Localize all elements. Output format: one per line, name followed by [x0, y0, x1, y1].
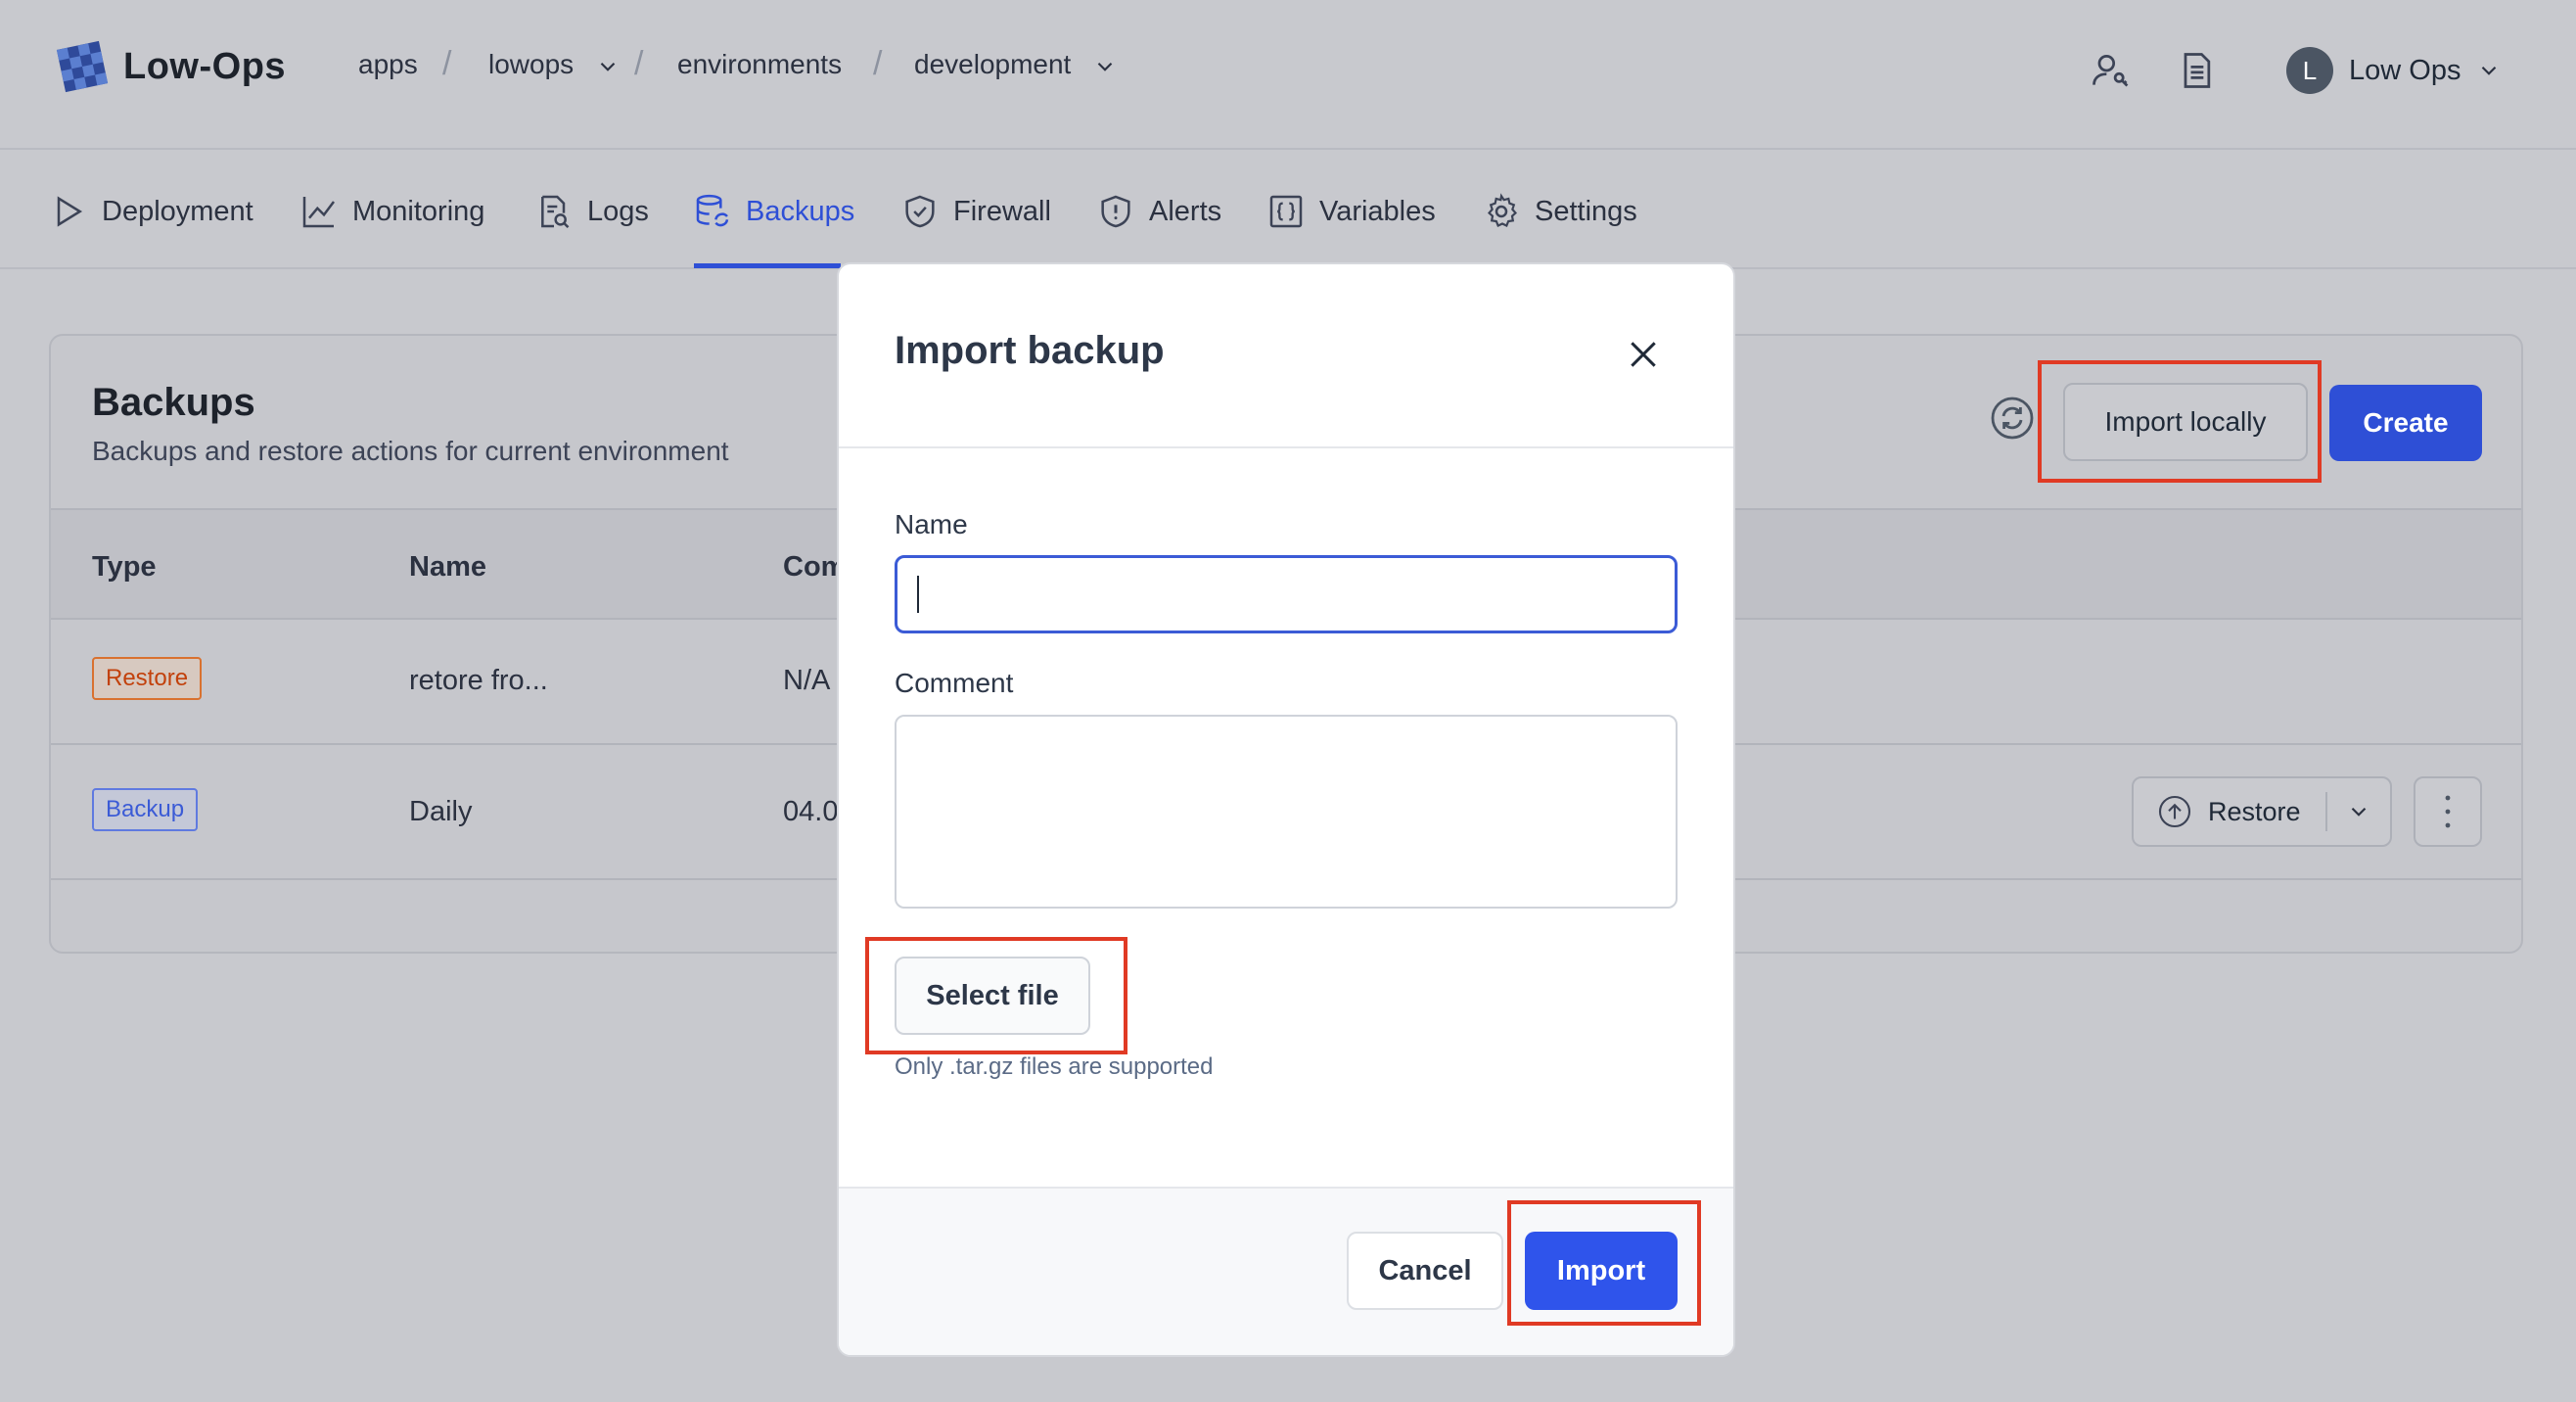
tab-monitoring[interactable]: Monitoring	[299, 185, 484, 238]
tab-label: Logs	[587, 195, 649, 227]
breadcrumb-separator: /	[442, 45, 452, 82]
shield-check-icon	[905, 195, 935, 228]
tab-settings[interactable]: Settings	[1482, 185, 1637, 238]
column-header-name: Name	[409, 551, 486, 583]
app-logo[interactable]: Low-Ops	[55, 39, 286, 94]
user-menu[interactable]: L Low Ops	[2286, 47, 2502, 94]
restore-split-button: Restore	[2132, 776, 2392, 847]
column-header-type: Type	[92, 551, 157, 583]
tab-firewall[interactable]: Firewall	[900, 185, 1051, 238]
row-more-button[interactable]	[2414, 776, 2482, 847]
avatar: L	[2286, 47, 2333, 94]
restore-button[interactable]: Restore	[2134, 792, 2327, 831]
database-sync-icon	[696, 194, 729, 227]
text-cursor	[917, 576, 919, 613]
divider	[839, 446, 1733, 448]
highlight-box-select-file	[865, 937, 1127, 1054]
close-icon[interactable]	[1624, 335, 1663, 374]
tab-logs[interactable]: Logs	[534, 185, 649, 238]
breadcrumb-development-label: development	[914, 49, 1072, 79]
type-badge-backup: Backup	[92, 788, 199, 831]
tab-label: Monitoring	[352, 195, 485, 227]
gear-icon	[1487, 193, 1518, 227]
breadcrumb-separator: /	[873, 45, 883, 82]
restore-button-label: Restore	[2208, 796, 2301, 826]
type-badge-restore: Restore	[92, 657, 203, 700]
environment-tabs: Deployment Monitoring Logs Backups Firew…	[0, 152, 2576, 269]
user-key-icon[interactable]	[2089, 49, 2132, 92]
logo-icon	[56, 40, 109, 93]
app-name: Low-Ops	[123, 45, 287, 87]
cancel-button[interactable]: Cancel	[1347, 1232, 1503, 1310]
import-backup-dialog: Import backup Name Comment Select file O…	[837, 262, 1735, 1357]
tab-alerts[interactable]: Alerts	[1096, 185, 1221, 238]
name-field-label: Name	[895, 509, 968, 539]
backup-comment: 04.0	[783, 796, 839, 827]
comment-textarea[interactable]	[895, 715, 1678, 909]
document-icon[interactable]	[2175, 49, 2218, 92]
create-backup-button[interactable]: Create	[2329, 385, 2482, 461]
braces-icon	[1269, 195, 1303, 228]
tab-deployment[interactable]: Deployment	[49, 185, 253, 238]
tab-label: Firewall	[953, 195, 1051, 227]
breadcrumb-separator: /	[634, 45, 644, 82]
backup-name: retore fro...	[409, 665, 548, 696]
active-tab-indicator	[694, 263, 841, 268]
name-input[interactable]	[895, 555, 1678, 633]
chart-line-icon	[302, 197, 335, 228]
breadcrumb-lowops[interactable]: lowops	[488, 49, 621, 80]
top-header: Low-Ops apps / lowops / environments / d…	[0, 0, 2576, 150]
comment-field-label: Comment	[895, 668, 1014, 698]
file-type-hint: Only .tar.gz files are supported	[895, 1053, 1214, 1080]
chevron-down-icon	[600, 62, 616, 71]
backups-subtitle: Backups and restore actions for current …	[92, 436, 729, 466]
tab-backups[interactable]: Backups	[693, 185, 854, 238]
upload-circle-icon	[2158, 795, 2191, 828]
breadcrumb-environments[interactable]: environments	[677, 49, 842, 80]
tab-variables[interactable]: Variables	[1266, 185, 1436, 238]
tab-label: Backups	[746, 195, 855, 227]
user-name: Low Ops	[2349, 54, 2461, 86]
dialog-title: Import backup	[895, 329, 1165, 372]
document-search-icon	[541, 195, 570, 229]
highlight-box-import-locally	[2038, 360, 2322, 483]
breadcrumb-apps[interactable]: apps	[358, 49, 418, 80]
tab-label: Settings	[1535, 195, 1637, 227]
chevron-down-icon	[2482, 66, 2497, 75]
shield-alert-icon	[1101, 195, 1130, 228]
chevron-down-icon	[1097, 62, 1113, 71]
restore-options-toggle[interactable]	[2327, 799, 2390, 824]
play-icon	[57, 196, 83, 227]
backups-title: Backups	[92, 381, 255, 424]
backup-comment: N/A	[783, 665, 831, 696]
breadcrumb-development[interactable]: development	[914, 49, 1118, 80]
tab-label: Alerts	[1149, 195, 1222, 227]
tab-label: Deployment	[102, 195, 253, 227]
kebab-menu-icon	[2445, 795, 2451, 828]
chevron-down-icon	[2351, 807, 2367, 817]
backup-name: Daily	[409, 796, 473, 827]
breadcrumb-lowops-label: lowops	[488, 49, 575, 79]
tab-label: Variables	[1319, 195, 1436, 227]
refresh-icon[interactable]	[1989, 395, 2036, 442]
highlight-box-import	[1507, 1200, 1701, 1326]
